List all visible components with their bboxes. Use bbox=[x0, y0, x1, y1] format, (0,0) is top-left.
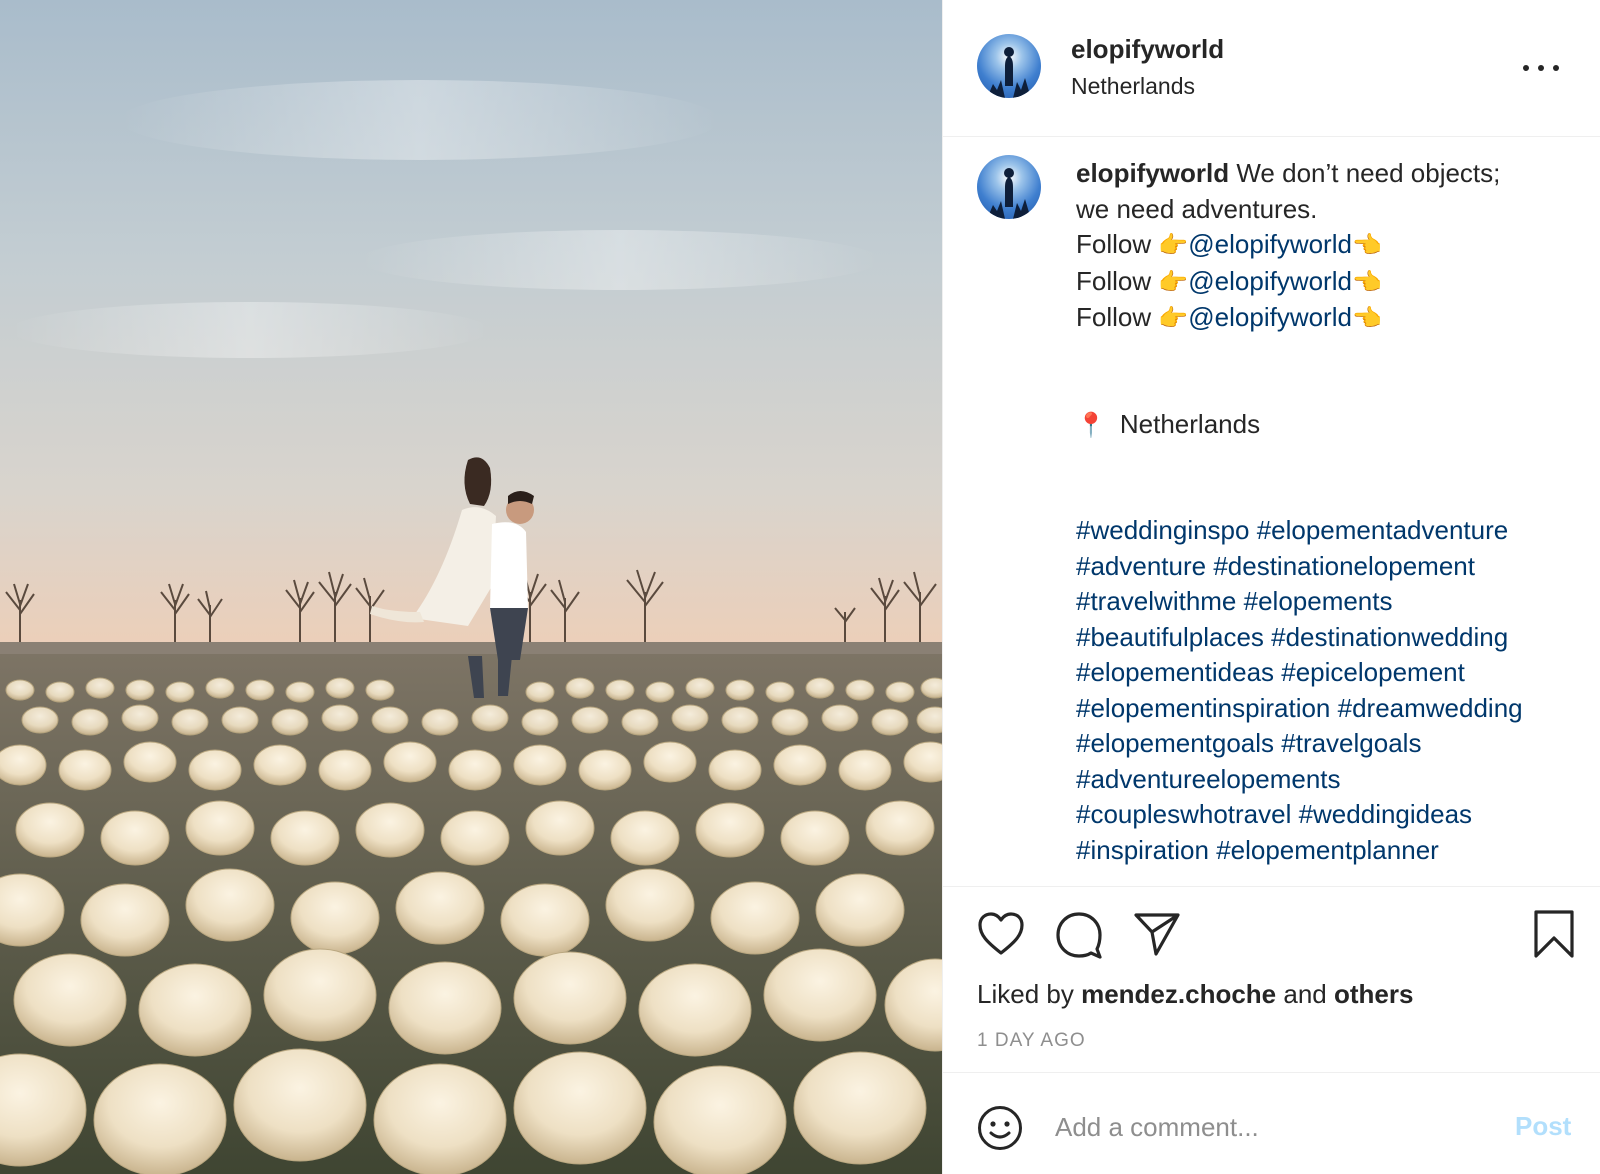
more-dot bbox=[1523, 65, 1529, 71]
caption-text-line2: we need adventures. bbox=[1076, 193, 1318, 224]
liker-username[interactable]: mendez.choche bbox=[1081, 979, 1276, 1009]
hashtag-line[interactable]: #coupleswhotravel #weddingideas bbox=[1076, 797, 1586, 833]
hashtag-line[interactable]: #adventure #destinationelopement bbox=[1076, 549, 1586, 585]
post-actions: Liked by mendez.choche and others 1 DAY … bbox=[943, 886, 1600, 1072]
mention-link[interactable]: @elopifyworld bbox=[1188, 302, 1352, 332]
caption-location-line: 📍 Netherlands bbox=[1076, 407, 1586, 444]
caption-location-text: Netherlands bbox=[1119, 408, 1261, 439]
hashtag-line[interactable]: #elopementinspiration #dreamwedding bbox=[1076, 691, 1586, 727]
post-comment-button[interactable]: Post bbox=[1515, 1111, 1571, 1142]
likes-middle: and bbox=[1276, 979, 1334, 1009]
caption-text-line1: We don’t need objects; bbox=[1229, 158, 1501, 188]
more-dot bbox=[1553, 65, 1559, 71]
paper-plane-icon[interactable] bbox=[1133, 911, 1181, 957]
couple-avatar-icon bbox=[987, 47, 1031, 98]
follow-word: Follow bbox=[1076, 229, 1152, 259]
post-side-panel: elopifyworld Netherlands elopifyworld We… bbox=[942, 0, 1600, 1174]
follow-word: Follow bbox=[1076, 265, 1152, 296]
pointing-right-icon: 👉 bbox=[1158, 304, 1189, 332]
pin-icon: 📍 bbox=[1076, 410, 1106, 439]
caption-username[interactable]: elopifyworld bbox=[1076, 158, 1229, 188]
caption-text: elopifyworld We don’t need objects; we n… bbox=[1076, 156, 1586, 868]
follow-line: Follow 👉@elopifyworld👈 bbox=[1076, 264, 1586, 301]
likes-others-link[interactable]: others bbox=[1334, 979, 1413, 1009]
hashtag-line[interactable]: #beautifulplaces #destinationwedding bbox=[1076, 620, 1586, 656]
hashtag-line[interactable]: #elopementgoals #travelgoals bbox=[1076, 726, 1586, 762]
bookmark-icon[interactable] bbox=[1533, 909, 1575, 959]
post-timestamp[interactable]: 1 DAY AGO bbox=[977, 1030, 1086, 1052]
follow-word: Follow bbox=[1076, 302, 1152, 332]
likes-summary[interactable]: Liked by mendez.choche and others bbox=[977, 979, 1413, 1010]
hashtag-line[interactable]: #inspiration #elopementplanner bbox=[1076, 833, 1586, 869]
follow-line: Follow 👉@elopifyworld👈 bbox=[1076, 300, 1586, 337]
pointing-left-icon: 👈 bbox=[1351, 267, 1382, 296]
follow-line: Follow 👉@elopifyworld👈 bbox=[1076, 227, 1586, 264]
mention-link[interactable]: @elopifyworld bbox=[1188, 229, 1352, 259]
post-photo[interactable] bbox=[0, 0, 942, 1174]
comment-bar: Post bbox=[943, 1072, 1600, 1174]
avatar[interactable] bbox=[977, 34, 1041, 98]
more-options-icon[interactable] bbox=[1523, 58, 1559, 78]
tulip-field-photo bbox=[0, 80, 942, 1174]
smiley-icon[interactable] bbox=[977, 1105, 1023, 1156]
comment-input[interactable] bbox=[1055, 1099, 1485, 1155]
caption-section: elopifyworld We don’t need objects; we n… bbox=[943, 138, 1600, 886]
heart-icon[interactable] bbox=[977, 911, 1025, 957]
caption-avatar[interactable] bbox=[977, 155, 1041, 219]
post-header: elopifyworld Netherlands bbox=[943, 0, 1600, 137]
pointing-right-icon: 👉 bbox=[1158, 231, 1189, 259]
post-author-username[interactable]: elopifyworld bbox=[1071, 34, 1224, 65]
hashtag-line[interactable]: #elopementideas #epicelopement bbox=[1076, 655, 1586, 691]
mention-link[interactable]: @elopifyworld bbox=[1188, 266, 1352, 296]
pointing-left-icon: 👈 bbox=[1351, 304, 1382, 332]
pointing-left-icon: 👈 bbox=[1351, 231, 1382, 259]
likes-prefix: Liked by bbox=[977, 979, 1082, 1009]
couple-avatar-icon bbox=[987, 168, 1031, 219]
hashtag-line[interactable]: #travelwithme #elopements bbox=[1076, 584, 1586, 620]
comment-bubble-icon[interactable] bbox=[1055, 911, 1103, 959]
hashtag-line[interactable]: #adventureelopements bbox=[1076, 762, 1586, 798]
hashtag-line[interactable]: #weddinginspo #elopementadventure bbox=[1076, 513, 1586, 549]
post-location[interactable]: Netherlands bbox=[1071, 73, 1195, 100]
pointing-right-icon: 👉 bbox=[1158, 267, 1189, 296]
more-dot bbox=[1538, 65, 1544, 71]
